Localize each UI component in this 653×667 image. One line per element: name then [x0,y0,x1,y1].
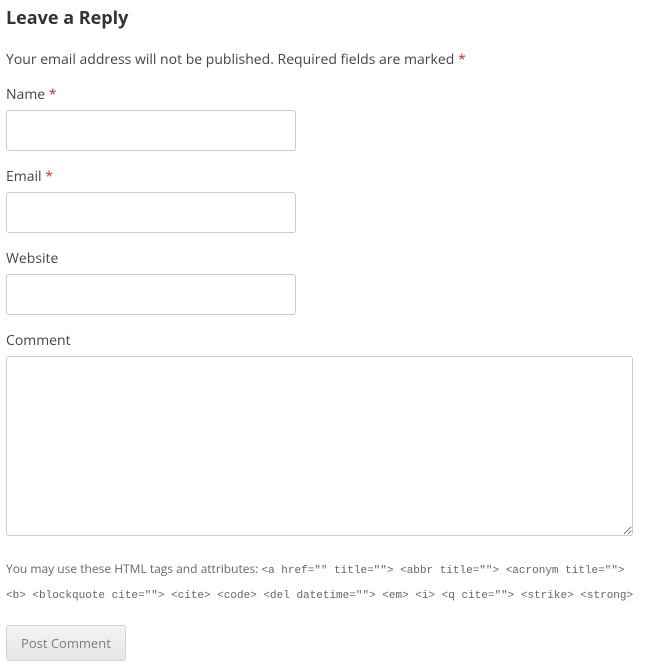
comment-textarea[interactable] [6,356,633,536]
reply-heading: Leave a Reply [6,6,647,30]
notes-text-1: Your email address will not be published… [6,50,274,69]
website-input[interactable] [6,274,296,315]
allowed-tags-note: You may use these HTML tags and attribut… [6,557,647,607]
notes-text-2: Required fields are marked [274,50,458,69]
required-asterisk: * [458,50,466,69]
allowed-tags-prefix: You may use these HTML tags and attribut… [6,560,261,577]
email-label-text: Email [6,167,45,186]
website-label: Website [6,249,647,268]
email-input[interactable] [6,192,296,233]
name-label-text: Name [6,85,49,104]
comment-notes: Your email address will not be published… [6,50,647,69]
comment-label: Comment [6,331,647,350]
email-label: Email * [6,167,647,186]
comment-field-group: Comment [6,331,647,541]
email-required-asterisk: * [45,167,53,186]
website-field-group: Website [6,249,647,315]
name-input[interactable] [6,110,296,151]
name-required-asterisk: * [49,85,57,104]
name-label: Name * [6,85,647,104]
post-comment-button[interactable]: Post Comment [6,625,126,661]
email-field-group: Email * [6,167,647,233]
name-field-group: Name * [6,85,647,151]
